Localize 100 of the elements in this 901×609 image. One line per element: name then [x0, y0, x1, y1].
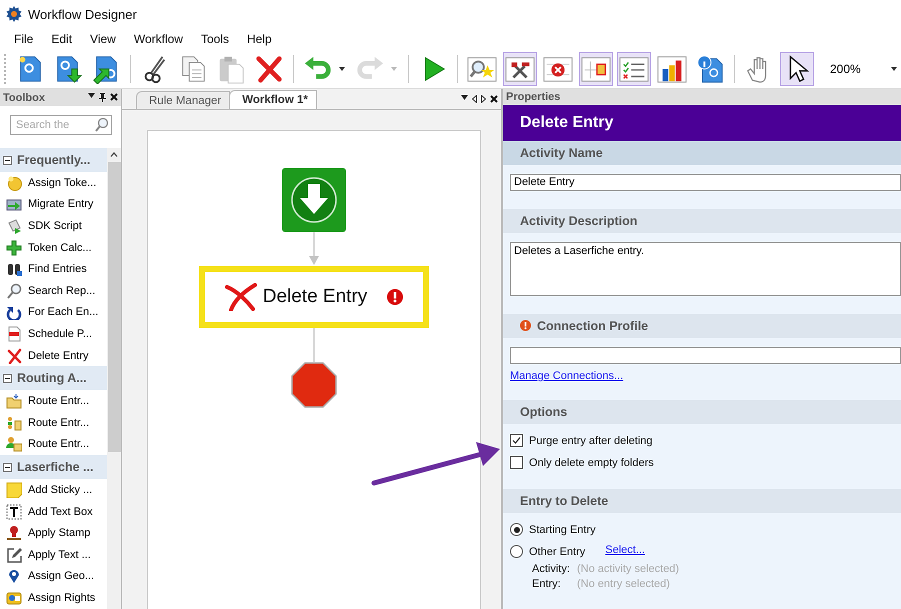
- select-link[interactable]: Select...: [605, 544, 645, 556]
- toolbox-item[interactable]: Delete Entry: [0, 344, 107, 366]
- binoculars-icon: [6, 261, 22, 278]
- collapse-icon: [3, 462, 12, 472]
- close-icon[interactable]: [110, 93, 118, 101]
- caret-icon: [339, 67, 345, 71]
- start-node[interactable]: [282, 168, 346, 232]
- stop-node[interactable]: [291, 362, 337, 408]
- connector-line: [308, 232, 320, 266]
- cross-icon: [254, 54, 284, 84]
- activity-label: Delete Entry: [262, 286, 368, 308]
- script-icon: [6, 218, 22, 234]
- menu-item[interactable]: File: [6, 30, 42, 48]
- toolbox-item[interactable]: Schedule P...: [0, 323, 107, 345]
- radio-label: Other Entry: [529, 546, 586, 558]
- text-box-icon: [6, 504, 22, 520]
- toolbox-item[interactable]: Route Entr...: [0, 390, 107, 412]
- search-field[interactable]: Search the: [10, 115, 112, 135]
- checkbox-label: Only delete empty folders: [529, 456, 654, 469]
- description-field[interactable]: Deletes a Laserfiche entry.: [510, 242, 901, 296]
- close-icon[interactable]: [490, 95, 498, 103]
- toolbox-item[interactable]: Apply Stamp: [0, 522, 107, 544]
- person-folder-icon: [6, 436, 22, 452]
- scrollbar[interactable]: [107, 148, 121, 609]
- caret-icon: [391, 67, 397, 71]
- gear-icon: [6, 6, 22, 22]
- search-icon: [6, 282, 22, 299]
- menu-item[interactable]: View: [82, 30, 124, 48]
- menu-item[interactable]: Help: [238, 30, 280, 48]
- info-document-icon: [695, 54, 725, 84]
- cross-icon: [6, 348, 22, 364]
- pin-icon[interactable]: [99, 93, 106, 102]
- detail-value: (No entry selected): [577, 578, 670, 590]
- toolbox-item[interactable]: Find Entries: [0, 258, 107, 280]
- toolbox-item[interactable]: Apply Text ...: [0, 544, 107, 566]
- toolbox-item[interactable]: Assign Geo...: [0, 566, 107, 588]
- panel-title: Properties: [506, 91, 562, 104]
- caret-icon[interactable]: [461, 95, 468, 100]
- menu-item[interactable]: Tools: [192, 30, 237, 48]
- search-icon: [94, 117, 109, 132]
- section-title: Options: [520, 404, 568, 419]
- toolbox-item[interactable]: Migrate Entry: [0, 194, 107, 216]
- tab[interactable]: Rule Manager: [136, 91, 230, 109]
- toolbox-item[interactable]: Add Sticky ...: [0, 479, 107, 501]
- section-title: Activity Description: [520, 214, 638, 228]
- people-icon: [6, 414, 22, 431]
- checkbox[interactable]: [510, 456, 523, 470]
- toolbox-item[interactable]: Search Rep...: [0, 280, 107, 302]
- menu-item[interactable]: Workflow: [126, 30, 191, 48]
- toolbox-group[interactable]: Laserfiche ...: [0, 455, 107, 480]
- edit-icon: [6, 546, 22, 563]
- panel-title: Toolbox: [3, 92, 46, 104]
- toolbox-item[interactable]: Assign Toke...: [0, 172, 107, 194]
- plus-icon: [6, 240, 22, 256]
- toolbar-button[interactable]: [780, 52, 814, 86]
- section-title: Entry to Delete: [520, 494, 608, 508]
- text-field[interactable]: [510, 346, 901, 364]
- cross-icon: [224, 283, 257, 311]
- radio-button[interactable]: [510, 523, 523, 536]
- toolbox-item[interactable]: Route Entr...: [0, 412, 107, 434]
- coin-icon: [6, 174, 22, 191]
- caret-icon[interactable]: [88, 93, 95, 98]
- detail-value: (No activity selected): [577, 563, 680, 576]
- document-icon: [6, 326, 22, 342]
- activity-node[interactable]: Delete Entry: [199, 266, 429, 328]
- sticky-note-icon: [6, 482, 22, 498]
- manage-connections-link[interactable]: Manage Connections...: [510, 370, 624, 382]
- collapse-icon: [3, 156, 12, 164]
- detail-label: Entry:: [532, 578, 562, 590]
- loop-arrow-icon: [6, 304, 22, 320]
- toolbar-button[interactable]: [503, 52, 537, 86]
- toolbox-item[interactable]: Add Text Box: [0, 500, 107, 522]
- checkbox[interactable]: [510, 434, 523, 448]
- zoom-dropdown[interactable]: 200%: [830, 58, 901, 80]
- menu-item[interactable]: Edit: [43, 30, 80, 48]
- radio-label: Starting Entry: [529, 524, 596, 536]
- toolbox-group[interactable]: Frequently...: [0, 148, 107, 172]
- section-title: Activity Name: [520, 146, 603, 160]
- scroll-right-icon[interactable]: [481, 95, 486, 103]
- window-title: Workflow Designer: [28, 6, 137, 22]
- scroll-up-icon[interactable]: [110, 152, 118, 157]
- bar-chart-icon: [657, 54, 687, 84]
- radio-button[interactable]: [510, 545, 523, 558]
- checkbox-label: Purge entry after deleting: [529, 434, 653, 447]
- toolbox-item[interactable]: SDK Script: [0, 215, 107, 237]
- collapse-icon: [3, 374, 12, 383]
- toolbox-group[interactable]: Routing A...: [0, 366, 107, 390]
- toolbox-item[interactable]: Assign Rights: [0, 587, 107, 609]
- toolbox-item[interactable]: For Each En...: [0, 302, 107, 324]
- section-title: Connection Profile: [537, 318, 648, 333]
- tab[interactable]: Workflow 1*: [229, 90, 317, 109]
- folder-icon: [6, 393, 22, 410]
- caret-icon: [891, 67, 897, 71]
- detail-label: Activity:: [532, 563, 571, 576]
- toolbox-item[interactable]: Route Entr...: [0, 434, 107, 456]
- text-field[interactable]: Delete Entry: [510, 174, 901, 191]
- user-card-icon: [6, 590, 22, 606]
- scroll-left-icon[interactable]: [472, 95, 477, 103]
- toolbox-item[interactable]: Token Calc...: [0, 236, 107, 258]
- activity-heading: Delete Entry: [503, 105, 901, 141]
